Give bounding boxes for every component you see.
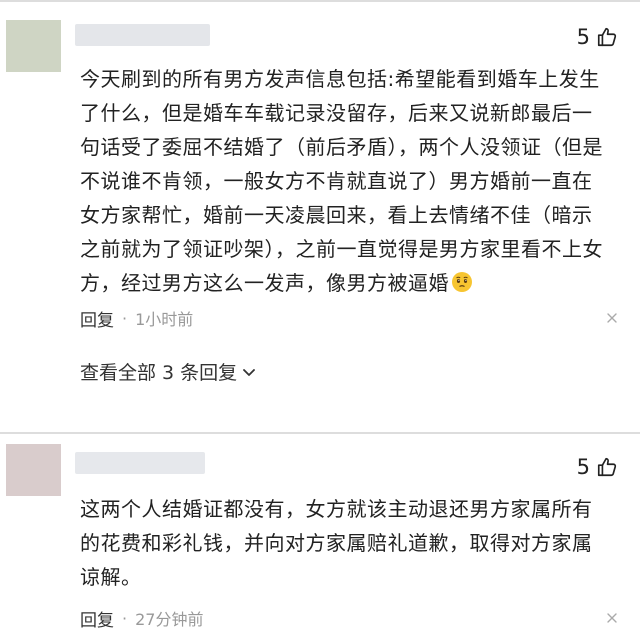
- username-placeholder[interactable]: [75, 24, 210, 46]
- like-count: 5: [576, 25, 590, 49]
- meta-separator: ·: [122, 308, 128, 328]
- like-button[interactable]: 5: [577, 454, 618, 480]
- thumbs-up-icon[interactable]: [596, 456, 618, 478]
- comment-text: 今天刷到的所有男方发声信息包括:希望能看到婚车上发生了什么，但是婚车车载记录没留…: [80, 62, 605, 300]
- meta-separator: ·: [122, 608, 128, 628]
- comment-divider: [0, 0, 640, 2]
- close-icon[interactable]: [606, 612, 618, 624]
- username-placeholder[interactable]: [75, 452, 205, 474]
- comment-text: 这两个人结婚证都没有，女方就该主动退还男方家属所有的花费和彩礼钱，并向对方家属赔…: [80, 497, 593, 589]
- view-all-replies-label: 查看全部 3 条回复: [80, 362, 238, 384]
- comment-meta: 回复 · 1小时前: [80, 306, 618, 331]
- view-all-replies-button[interactable]: 查看全部 3 条回复: [80, 358, 257, 385]
- like-count: 5: [576, 455, 590, 479]
- comment-item: 5 今天刷到的所有男方发声信息包括:希望能看到婚车上发生了什么，但是婚车车载记录…: [0, 0, 640, 395]
- like-button[interactable]: 5: [577, 24, 618, 50]
- reply-button[interactable]: 回复: [80, 606, 114, 631]
- timestamp: 27分钟前: [135, 610, 204, 629]
- thumbs-up-icon[interactable]: [596, 26, 618, 48]
- comment-divider: [0, 432, 640, 434]
- close-icon[interactable]: [606, 312, 618, 324]
- pleading-face-emoji-icon: [451, 269, 473, 292]
- comment-meta: 回复 · 27分钟前: [80, 606, 618, 631]
- comment-item: 5 这两个人结婚证都没有，女方就该主动退还男方家属所有的花费和彩礼钱，并向对方家…: [0, 432, 640, 642]
- reply-button[interactable]: 回复: [80, 306, 114, 331]
- comment-text-body: 今天刷到的所有男方发声信息包括:希望能看到婚车上发生了什么，但是婚车车载记录没留…: [80, 67, 603, 295]
- timestamp: 1小时前: [135, 310, 194, 329]
- avatar[interactable]: [6, 20, 61, 72]
- avatar[interactable]: [6, 444, 61, 496]
- chevron-down-icon: [241, 364, 257, 380]
